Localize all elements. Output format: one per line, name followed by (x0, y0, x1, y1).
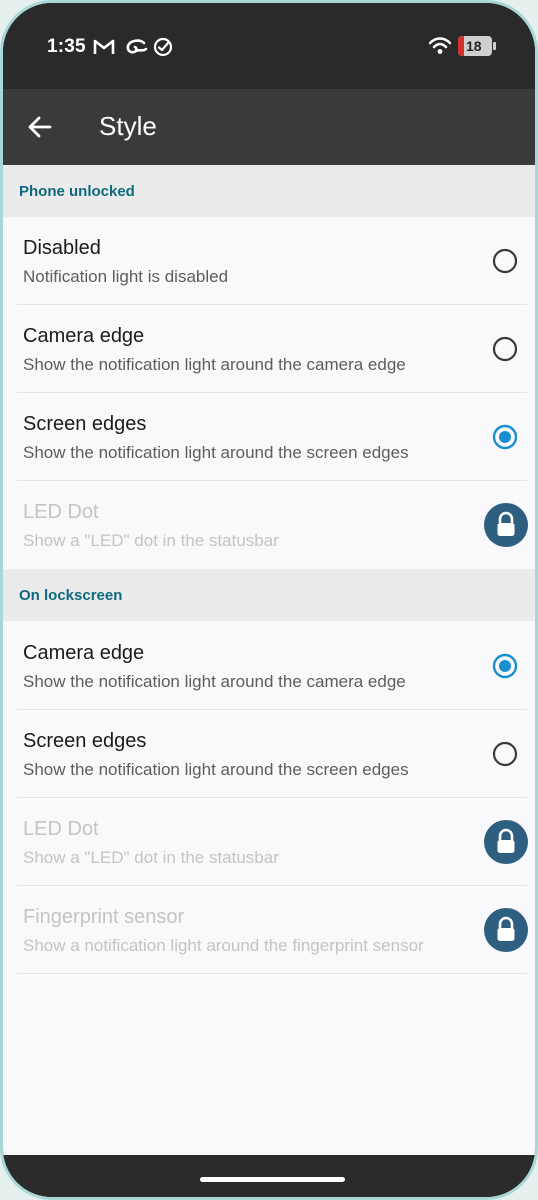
lock-icon[interactable] (484, 820, 528, 864)
wifi-icon (429, 37, 451, 54)
radio-unselected-icon[interactable] (492, 248, 518, 274)
radio-unselected-icon[interactable] (492, 336, 518, 362)
divider (17, 973, 527, 974)
option-screen-edges-unlocked[interactable]: Screen edges Show the notification light… (3, 393, 535, 481)
battery-indicator: 18 (458, 36, 492, 56)
radio-unselected-icon[interactable] (492, 741, 518, 767)
section-header-phone-unlocked: Phone unlocked (3, 165, 535, 217)
option-disabled[interactable]: Disabled Notification light is disabled (3, 217, 535, 305)
gmail-icon (93, 39, 115, 54)
option-subtitle: Show the notification light around the c… (23, 672, 406, 691)
radio-selected-icon[interactable] (492, 653, 518, 679)
option-title: Screen edges (23, 413, 147, 435)
option-subtitle: Show the notification light around the c… (23, 355, 406, 374)
option-camera-edge-unlocked[interactable]: Camera edge Show the notification light … (3, 305, 535, 393)
section-header-on-lockscreen: On lockscreen (3, 569, 535, 621)
option-led-dot-lockscreen[interactable]: LED Dot Show a "LED" dot in the statusba… (3, 798, 535, 886)
phone-frame: 1:35 18 Style Phone unlocked Disabled No… (0, 0, 538, 1200)
option-fingerprint-sensor-lockscreen[interactable]: Fingerprint sensor Show a notification l… (3, 886, 535, 974)
option-title: LED Dot (23, 818, 99, 840)
check-circle-icon (153, 37, 173, 57)
option-subtitle: Show a "LED" dot in the statusbar (23, 848, 279, 867)
option-led-dot-unlocked[interactable]: LED Dot Show a "LED" dot in the statusba… (3, 481, 535, 569)
radio-selected-icon[interactable] (492, 424, 518, 450)
option-title: Fingerprint sensor (23, 906, 185, 928)
option-subtitle: Show the notification light around the s… (23, 760, 409, 779)
option-subtitle: Show a "LED" dot in the statusbar (23, 531, 279, 550)
option-title: Screen edges (23, 730, 147, 752)
app-bar: Style (3, 89, 535, 165)
lock-icon[interactable] (484, 503, 528, 547)
app-swirl-icon (126, 39, 148, 54)
lock-icon[interactable] (484, 908, 528, 952)
option-screen-edges-lockscreen[interactable]: Screen edges Show the notification light… (3, 710, 535, 798)
option-subtitle: Notification light is disabled (23, 267, 229, 286)
battery-fill (458, 36, 464, 56)
option-title: Camera edge (23, 642, 145, 664)
status-time: 1:35 (47, 36, 86, 57)
home-gesture-pill[interactable] (200, 1177, 345, 1182)
back-arrow-icon[interactable] (23, 109, 59, 145)
option-subtitle: Show a notification light around the fin… (23, 936, 424, 955)
battery-cap (493, 42, 496, 50)
option-title: Camera edge (23, 325, 145, 347)
option-subtitle: Show the notification light around the s… (23, 443, 409, 462)
settings-content: Phone unlocked Disabled Notification lig… (3, 165, 535, 1155)
battery-level-text: 18 (466, 38, 482, 54)
option-title: LED Dot (23, 501, 99, 523)
status-bar: 1:35 18 (3, 3, 535, 89)
option-camera-edge-lockscreen[interactable]: Camera edge Show the notification light … (3, 622, 535, 710)
section-title: Phone unlocked (19, 183, 135, 200)
page-title: Style (99, 111, 157, 141)
navigation-bar (3, 1155, 535, 1197)
section-title: On lockscreen (19, 587, 123, 604)
option-title: Disabled (23, 237, 101, 259)
